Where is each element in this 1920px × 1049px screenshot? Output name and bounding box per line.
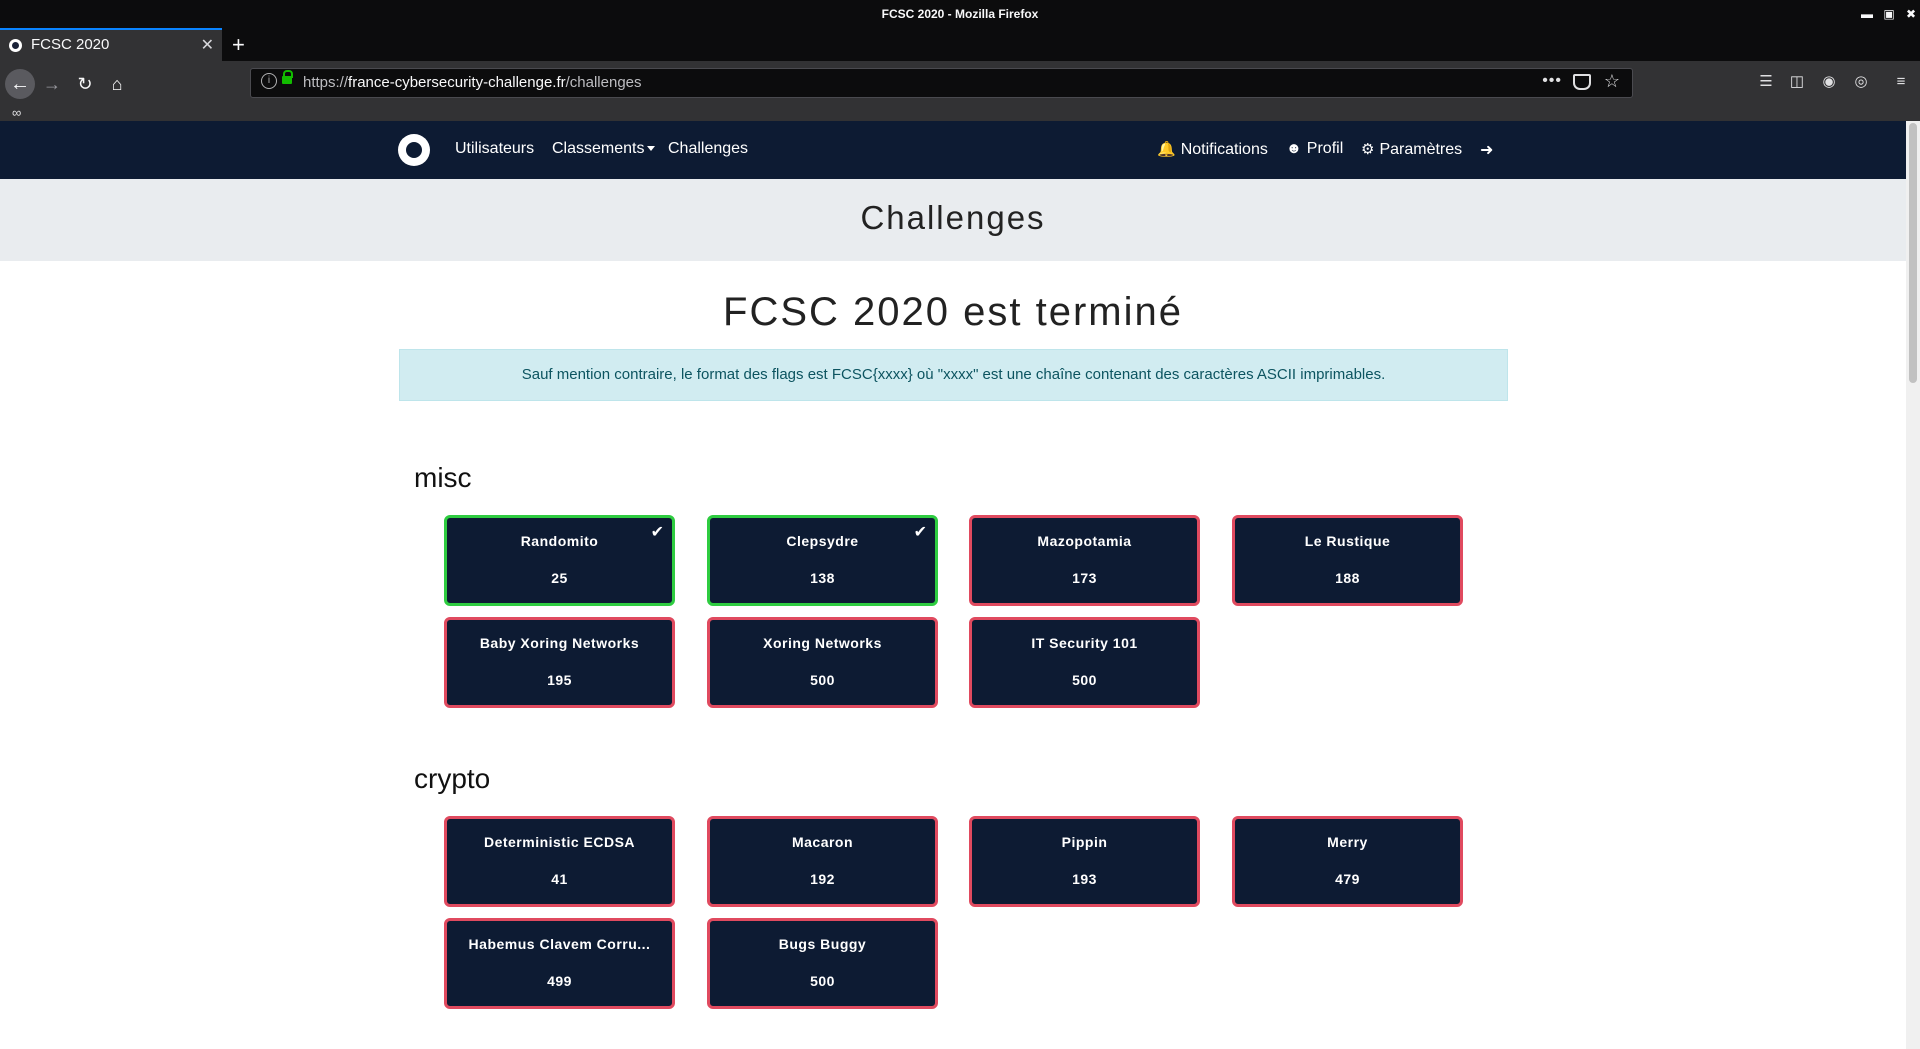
nav-classements-label: Classements — [552, 140, 645, 157]
user-circle-icon: ☻ — [1286, 140, 1302, 157]
challenge-name: Baby Xoring Networks — [479, 635, 640, 651]
challenge-name: Bugs Buggy — [778, 936, 867, 952]
challenge-name: Merry — [1327, 834, 1368, 850]
cogs-icon: ⚙ — [1361, 141, 1375, 158]
private-mask-icon: ∞ — [12, 105, 22, 120]
challenge-points: 41 — [551, 871, 568, 887]
maximize-icon[interactable]: ▣ — [1880, 5, 1898, 23]
challenge-card[interactable]: Clepsydre 138 ✔ — [707, 515, 938, 606]
info-icon[interactable]: i — [261, 73, 277, 89]
challenge-points: 138 — [810, 570, 835, 586]
sidebar-icon[interactable]: ◫ — [1786, 71, 1808, 93]
section-title-misc: misc — [414, 462, 472, 493]
challenge-name: Mazopotamia — [1037, 533, 1132, 549]
nav-utilisateurs[interactable]: Utilisateurs — [455, 140, 534, 158]
reload-icon[interactable]: ↻ — [70, 69, 100, 99]
challenge-card[interactable]: Macaron 192 — [707, 816, 938, 907]
challenge-name: IT Security 101 — [1031, 635, 1138, 651]
caret-down-icon — [647, 146, 656, 152]
challenge-card[interactable]: Xoring Networks 500 — [707, 617, 938, 708]
nav-parametres-label: Paramètres — [1379, 141, 1463, 158]
nav-profil[interactable]: ☻ Profil — [1286, 140, 1343, 158]
challenge-card[interactable]: Merry 479 — [1232, 816, 1463, 907]
flag-format-alert: Sauf mention contraire, le format des fl… — [399, 349, 1508, 401]
close-tab-icon[interactable]: ✕ — [201, 35, 214, 55]
challenge-points: 195 — [547, 672, 572, 688]
close-window-icon[interactable]: ✖ — [1902, 5, 1920, 23]
menu-icon[interactable]: ≡ — [1890, 71, 1912, 93]
tab-title: FCSC 2020 — [31, 36, 110, 53]
forward-icon[interactable]: → — [37, 69, 67, 99]
challenge-card[interactable]: Bugs Buggy 500 — [707, 918, 938, 1009]
scrollbar-thumb[interactable] — [1909, 123, 1917, 383]
nav-classements[interactable]: Classements — [552, 140, 656, 158]
tab-strip: FCSC 2020 ✕ + — [0, 28, 1920, 61]
window-titlebar: FCSC 2020 - Mozilla Firefox ▬ ▣ ✖ — [0, 0, 1920, 28]
pocket-icon[interactable] — [1573, 74, 1591, 90]
challenge-points: 173 — [1072, 570, 1097, 586]
url-text: https://france-cybersecurity-challenge.f… — [303, 74, 642, 91]
challenge-card[interactable]: Mazopotamia 173 — [969, 515, 1200, 606]
page-scrollbar[interactable] — [1906, 121, 1920, 1049]
logout-icon[interactable]: ➜ — [1480, 140, 1493, 160]
challenge-points: 479 — [1335, 871, 1360, 887]
challenge-card[interactable]: Baby Xoring Networks 195 — [444, 617, 675, 708]
lock-icon — [282, 70, 293, 84]
headline: FCSC 2020 est terminé — [723, 290, 1183, 334]
window-title: FCSC 2020 - Mozilla Firefox — [881, 7, 1039, 21]
challenge-points: 193 — [1072, 871, 1097, 887]
challenge-name: Macaron — [791, 834, 854, 850]
challenge-card[interactable]: Randomito 25 ✔ — [444, 515, 675, 606]
favicon-icon — [9, 39, 22, 52]
challenge-name: Randomito — [520, 533, 599, 549]
account-icon[interactable]: ◉ — [1818, 71, 1840, 93]
site-navbar: Utilisateurs Classements Challenges 🔔 Not… — [0, 121, 1906, 179]
challenge-points: 25 — [551, 570, 568, 586]
browser-tab[interactable]: FCSC 2020 ✕ — [0, 28, 222, 61]
challenge-points: 500 — [1072, 672, 1097, 688]
challenge-name: Habemus Clavem Corru... — [468, 936, 651, 952]
globe-icon[interactable]: ◎ — [1850, 71, 1872, 93]
challenge-points: 500 — [810, 672, 835, 688]
nav-challenges[interactable]: Challenges — [668, 140, 748, 158]
challenge-name: Deterministic ECDSA — [483, 834, 636, 850]
browser-toolbar: ← → ↻ ⌂ i https://france-cybersecurity-c… — [0, 61, 1920, 121]
nav-parametres[interactable]: ⚙ Paramètres — [1361, 140, 1462, 159]
home-icon[interactable]: ⌂ — [102, 69, 132, 99]
challenge-card[interactable]: Le Rustique 188 — [1232, 515, 1463, 606]
library-icon[interactable]: ☰ — [1755, 71, 1777, 93]
challenge-name: Pippin — [1061, 834, 1108, 850]
check-icon: ✔ — [913, 524, 927, 541]
challenge-card[interactable]: Deterministic ECDSA 41 — [444, 816, 675, 907]
url-path: /challenges — [565, 74, 642, 91]
url-host: france-cybersecurity-challenge.fr — [348, 74, 566, 91]
bookmark-star-icon[interactable]: ☆ — [1604, 71, 1620, 92]
check-icon: ✔ — [650, 524, 664, 541]
section-title-crypto: crypto — [414, 763, 491, 794]
challenge-points: 499 — [547, 973, 572, 989]
minimize-icon[interactable]: ▬ — [1858, 5, 1876, 23]
page-header: Challenges — [0, 179, 1906, 261]
new-tab-icon[interactable]: + — [232, 28, 245, 61]
nav-profil-label: Profil — [1306, 140, 1344, 157]
url-bar[interactable]: i https://france-cybersecurity-challenge… — [250, 68, 1633, 98]
back-icon[interactable]: ← — [5, 69, 35, 99]
challenge-name: Xoring Networks — [763, 635, 882, 651]
challenge-card[interactable]: Habemus Clavem Corru... 499 — [444, 918, 675, 1009]
challenge-points: 188 — [1335, 570, 1360, 586]
page-title: Challenges — [860, 199, 1046, 236]
url-prefix: https:// — [303, 74, 349, 91]
bell-icon: 🔔 — [1157, 141, 1176, 158]
challenge-points: 500 — [810, 973, 835, 989]
challenge-name: Clepsydre — [786, 533, 859, 549]
challenge-card[interactable]: IT Security 101 500 — [969, 617, 1200, 708]
nav-notifications[interactable]: 🔔 Notifications — [1157, 140, 1268, 159]
challenge-name: Le Rustique — [1304, 533, 1391, 549]
page-actions-icon[interactable]: ••• — [1542, 72, 1562, 90]
nav-notifications-label: Notifications — [1180, 141, 1268, 158]
challenge-points: 192 — [810, 871, 835, 887]
challenge-card[interactable]: Pippin 193 — [969, 816, 1200, 907]
site-logo[interactable] — [398, 134, 430, 166]
